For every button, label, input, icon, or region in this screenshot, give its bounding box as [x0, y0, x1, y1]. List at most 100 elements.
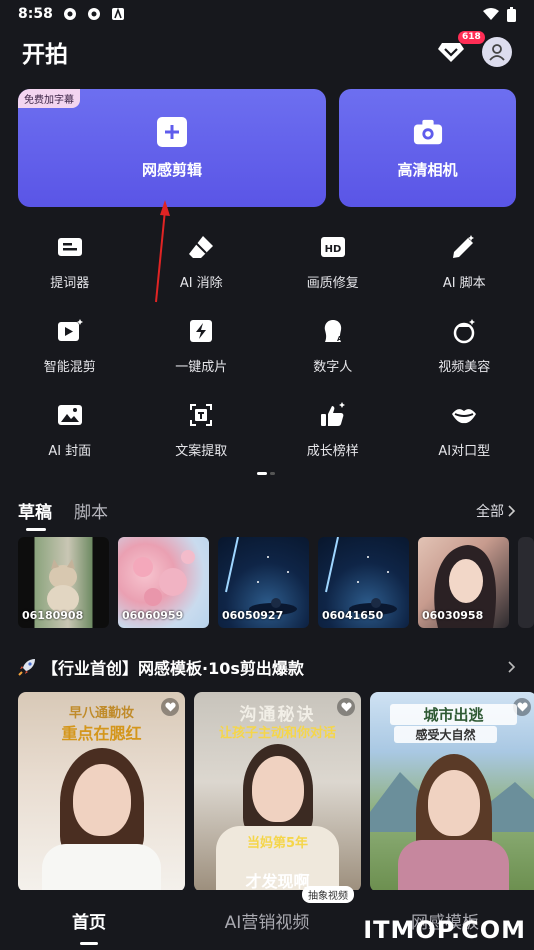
edit-card-label: 网感剪辑 — [141, 160, 202, 179]
template-caption: 当妈第5年 — [246, 836, 309, 851]
tool-label: 一键成片 — [175, 360, 228, 375]
camera-icon — [413, 117, 443, 147]
app-header: 开拍 618 — [22, 31, 512, 72]
tool-grid: 提词器 AI 消除 HD 画质修复 AI 脚本 智能混剪 一键成片 AI 数字人… — [4, 225, 530, 463]
notification-app-icon — [87, 8, 100, 20]
watermark: ITMOP.COM — [363, 916, 526, 944]
camera-card-label: 高清相机 — [397, 160, 458, 179]
tool-video-beauty[interactable]: 视频美容 — [399, 309, 531, 379]
draft-date: 06060959 — [122, 609, 184, 622]
tool-label: AI 封面 — [48, 444, 92, 459]
draft-thumbnail[interactable]: 06180908 — [18, 537, 109, 628]
draft-thumbnail[interactable]: 06060959 — [118, 537, 209, 628]
nav-ai-marketing-video[interactable]: AI营销视频 抽象视频 — [178, 885, 356, 933]
cover-image-icon — [57, 405, 82, 425]
tool-label: AI对口型 — [438, 444, 491, 459]
draft-date: 06050927 — [222, 609, 284, 622]
draft-tabs: 草稿 脚本 全部 — [18, 498, 516, 531]
draft-date: 06041650 — [322, 609, 384, 622]
tool-smart-mix[interactable]: 智能混剪 — [4, 309, 136, 379]
tool-growth-model[interactable]: 成长榜样 — [267, 393, 399, 463]
wifi-icon — [483, 7, 499, 20]
status-time: 8:58 — [18, 6, 53, 22]
tool-label: 智能混剪 — [43, 360, 96, 375]
beauty-icon — [454, 319, 476, 344]
promo-badge: 618 — [458, 31, 485, 44]
notification-app-icon — [63, 8, 76, 20]
user-icon — [489, 44, 505, 61]
edit-card[interactable]: 免费加字幕 网感剪辑 — [18, 89, 326, 207]
tool-label: 视频美容 — [438, 360, 491, 375]
page-title: 开拍 — [22, 42, 68, 68]
person-face — [251, 756, 304, 822]
template-list: 早八通勤妆 重点在腮红 沟通秘诀 让孩子主动和你对话 当妈第5年 才发现啊 城市… — [18, 692, 534, 892]
person-shirt — [42, 844, 161, 892]
draft-thumbnail[interactable]: 06030958 — [418, 537, 509, 628]
template-caption: 让孩子主动和你对话 — [218, 726, 336, 741]
draft-thumbnail[interactable]: 06041650 — [318, 537, 409, 628]
digital-human-icon: AI — [324, 320, 345, 343]
template-caption: 早八通勤妆 — [68, 706, 134, 721]
template-caption: 重点在腮红 — [61, 724, 142, 743]
template-card[interactable]: 沟通秘诀 让孩子主动和你对话 当妈第5年 才发现啊 — [194, 692, 361, 892]
template-card[interactable]: 早八通勤妆 重点在腮红 — [18, 692, 185, 892]
tool-label: 画质修复 — [306, 276, 359, 291]
vip-diamond-icon[interactable] — [438, 41, 464, 63]
tool-label: 文案提取 — [175, 444, 228, 459]
lip-sync-icon — [452, 409, 477, 424]
eraser-icon — [189, 236, 214, 258]
draft-thumbnail[interactable] — [518, 537, 534, 628]
svg-text:AI: AI — [337, 335, 345, 343]
lightning-icon — [190, 320, 213, 342]
teleprompter-icon — [57, 238, 82, 256]
draft-thumbnail[interactable]: 06050927 — [218, 537, 309, 628]
avatar[interactable] — [482, 37, 512, 67]
nav-home[interactable]: 首页 — [0, 908, 178, 933]
text-extract-icon — [190, 404, 213, 426]
section-title: 【行业首创】网感模板·10s剪出爆款 — [42, 659, 304, 678]
template-section-header[interactable]: 【行业首创】网感模板·10s剪出爆款 — [18, 655, 516, 679]
plus-icon — [157, 116, 187, 147]
draft-date: 06180908 — [22, 609, 84, 622]
draft-list: 06180908 06060959 06050927 06041650 0603… — [18, 537, 534, 628]
tool-label: AI 消除 — [179, 276, 223, 291]
tool-digital-human[interactable]: AI 数字人 — [267, 309, 399, 379]
template-caption: 感受大自然 — [394, 726, 497, 743]
tool-label: 成长榜样 — [306, 444, 359, 459]
nav-label: AI营销视频 — [224, 912, 310, 933]
draft-date: 06030958 — [422, 609, 484, 622]
page-indicator — [257, 472, 275, 475]
tool-quality-repair[interactable]: HD 画质修复 — [267, 225, 399, 295]
tool-one-click[interactable]: 一键成片 — [136, 309, 268, 379]
tool-label: 提词器 — [50, 276, 90, 291]
tool-text-extract[interactable]: 文案提取 — [136, 393, 268, 463]
template-card[interactable]: 城市出逃 感受大自然 — [370, 692, 534, 892]
tool-ai-cover[interactable]: AI 封面 — [4, 393, 136, 463]
svg-text:HD: HD — [324, 244, 341, 255]
tool-ai-eraser[interactable]: AI 消除 — [136, 225, 268, 295]
chevron-right-icon — [508, 504, 516, 517]
notification-a-icon — [111, 7, 124, 20]
tool-label: 数字人 — [313, 360, 353, 375]
rocket-icon — [18, 659, 35, 676]
view-all-label: 全部 — [476, 503, 504, 520]
smart-mix-icon — [57, 319, 83, 341]
chevron-right-icon — [508, 661, 516, 673]
battery-icon — [507, 6, 516, 22]
view-all-link[interactable]: 全部 — [476, 501, 516, 521]
page-dot-active — [257, 472, 267, 475]
page-dot — [270, 472, 275, 475]
tool-lip-sync[interactable]: AI对口型 — [399, 393, 531, 463]
tool-label: AI 脚本 — [442, 276, 486, 291]
camera-card[interactable]: 高清相机 — [339, 89, 516, 207]
tool-ai-script[interactable]: AI 脚本 — [399, 225, 531, 295]
tool-teleprompter[interactable]: 提词器 — [4, 225, 136, 295]
status-bar: 8:58 — [0, 0, 534, 28]
tab-drafts[interactable]: 草稿 — [18, 498, 52, 531]
person-face — [72, 764, 131, 836]
tab-scripts[interactable]: 脚本 — [74, 498, 108, 523]
hd-icon: HD — [320, 237, 345, 257]
nav-badge: 抽象视频 — [302, 885, 354, 903]
template-caption: 城市出逃 — [390, 704, 517, 725]
person-face — [427, 770, 480, 836]
